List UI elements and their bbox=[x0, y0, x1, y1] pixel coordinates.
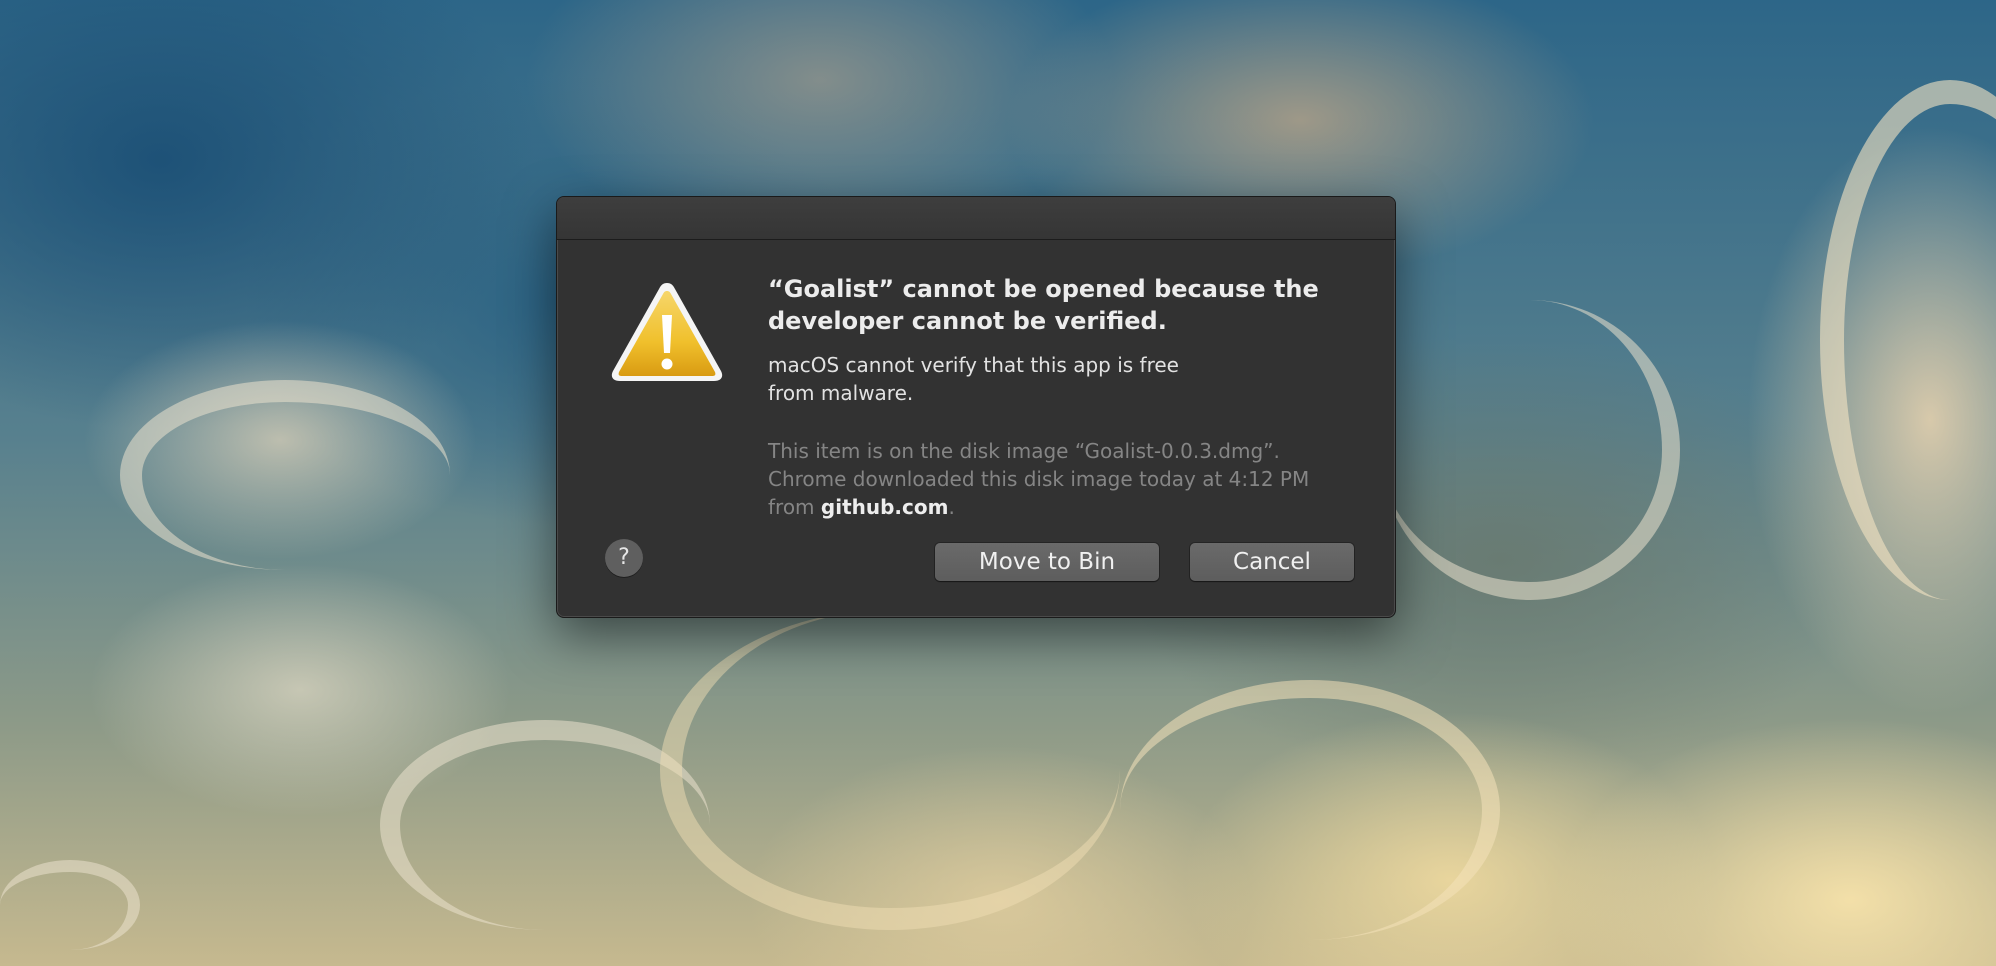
alert-dialog: “Goalist” cannot be opened because the d… bbox=[556, 196, 1396, 618]
wallpaper-swirl bbox=[1820, 80, 1996, 600]
info-source-suffix: . bbox=[948, 495, 955, 519]
warning-icon bbox=[607, 279, 727, 385]
alert-title-line: developer cannot be verified. bbox=[768, 307, 1167, 335]
info-disk-image-line: This item is on the disk image “Goalist-… bbox=[768, 439, 1280, 463]
move-to-bin-button[interactable]: Move to Bin bbox=[935, 543, 1159, 581]
wallpaper-swirl bbox=[1380, 300, 1680, 600]
wallpaper-swirl bbox=[120, 380, 450, 570]
info-source-prefix: from bbox=[768, 495, 821, 519]
cancel-button[interactable]: Cancel bbox=[1190, 543, 1354, 581]
alert-message: macOS cannot verify that this app is fre… bbox=[768, 351, 1328, 407]
alert-message-line: from malware. bbox=[768, 381, 914, 405]
desktop-wallpaper: “Goalist” cannot be opened because the d… bbox=[0, 0, 1996, 966]
info-source-line: from github.com. bbox=[768, 493, 1368, 521]
info-download-line: Chrome downloaded this disk image today … bbox=[768, 467, 1310, 491]
alert-title-line: “Goalist” cannot be opened because the bbox=[768, 275, 1319, 303]
alert-title: “Goalist” cannot be opened because the d… bbox=[768, 273, 1328, 337]
dialog-titlebar[interactable] bbox=[557, 197, 1395, 240]
wallpaper-swirl bbox=[1120, 680, 1500, 940]
wallpaper-swirl bbox=[660, 610, 1120, 930]
source-domain: github.com bbox=[820, 495, 949, 519]
wallpaper-swirl bbox=[0, 860, 140, 950]
help-button[interactable]: ? bbox=[605, 539, 643, 577]
alert-message-line: macOS cannot verify that this app is fre… bbox=[768, 353, 1179, 377]
alert-info: This item is on the disk image “Goalist-… bbox=[768, 437, 1368, 521]
